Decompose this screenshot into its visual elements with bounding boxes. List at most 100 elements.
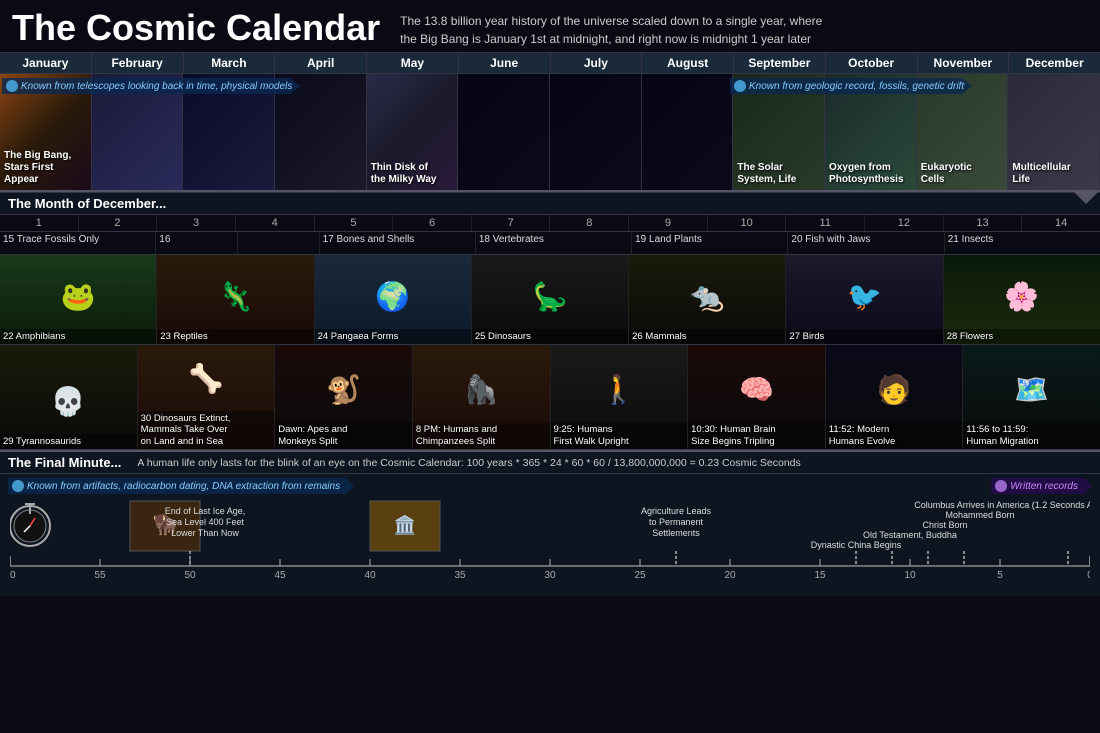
timeline-area: 60 55 50 45 40 35 30 25 20 15: [0, 496, 1100, 596]
mammal-icon: 🐀: [629, 264, 785, 329]
top-cell-april: [275, 74, 367, 190]
day-1: 1: [0, 215, 79, 231]
event-row-15-21: 15 Trace Fossils Only 16 17 Bones and Sh…: [0, 232, 1100, 255]
svg-text:35: 35: [454, 570, 466, 581]
brain-icon: 🧠: [688, 357, 825, 422]
month-december: December: [1009, 53, 1100, 73]
svg-text:60: 60: [10, 570, 16, 581]
cell-dinosaur: 🦕 25 Dinosaurs: [472, 255, 629, 344]
svg-text:Mohammed Born: Mohammed Born: [945, 510, 1014, 520]
cell-chimp: 🦍 8 PM: Humans andChimpanzees Split: [413, 345, 551, 449]
top-cell-march: [183, 74, 275, 190]
top-label-december: MulticellularLife: [1012, 162, 1070, 186]
final-minute-description: A human life only lasts for the blink of…: [121, 457, 1092, 469]
bird-icon: 🐦: [786, 264, 942, 329]
dinosaur-icon: 🦕: [472, 264, 628, 329]
top-cell-february: [92, 74, 184, 190]
svg-text:Old Testament, Buddha: Old Testament, Buddha: [863, 530, 957, 540]
month-may: May: [367, 53, 459, 73]
day-4: 4: [236, 215, 315, 231]
month-march: March: [184, 53, 276, 73]
label-mammal: 26 Mammals: [629, 329, 785, 344]
reptile-icon: 🦎: [157, 264, 313, 329]
label-reptile: 23 Reptiles: [157, 329, 313, 344]
cell-reptile: 🦎 23 Reptiles: [157, 255, 314, 344]
flower-icon: 🌸: [944, 264, 1100, 329]
label-dino-extinct: 30 Dinosaurs Extinct,Mammals Take Overon…: [138, 411, 275, 449]
day-5: 5: [315, 215, 394, 231]
top-label-october: Oxygen fromPhotosynthesis: [829, 162, 903, 186]
top-label-september: The SolarSystem, Life: [737, 162, 796, 186]
final-minute-title: The Final Minute...: [8, 455, 121, 470]
label-dinosaur: 25 Dinosaurs: [472, 329, 628, 344]
svg-text:Christ Born: Christ Born: [922, 520, 967, 530]
walk-icon: 🚶: [551, 357, 688, 422]
cell-amphibian: 🐸 22 Amphibians: [0, 255, 157, 344]
svg-text:5: 5: [997, 570, 1003, 581]
final-minute-header: The Final Minute... A human life only la…: [0, 452, 1100, 474]
cell-ape: 🐒 Dawn: Apes andMonkeys Split: [275, 345, 413, 449]
day-8: 8: [550, 215, 629, 231]
day-11: 11: [786, 215, 865, 231]
month-august: August: [642, 53, 734, 73]
cell-flower: 🌸 28 Flowers: [944, 255, 1100, 344]
scope-icon-artifacts: [12, 480, 24, 492]
day-13: 13: [944, 215, 1023, 231]
day-12: 12: [865, 215, 944, 231]
event-bones: 17 Bones and Shells: [320, 232, 476, 254]
arrow-down: [1072, 190, 1100, 204]
day-numbers-row-1: 1 2 3 4 5 6 7 8 9 10 11 12 13 14: [0, 215, 1100, 232]
svg-text:🏛️: 🏛️: [394, 514, 416, 535]
top-label-may: Thin Disk ofthe Milky Way: [371, 162, 437, 186]
modern-icon: 🧑: [826, 357, 963, 422]
svg-text:End of Last Ice Age,: End of Last Ice Age,: [165, 506, 246, 516]
chimp-icon: 🦍: [413, 357, 550, 422]
event-16: 16: [156, 232, 238, 254]
month-january: January: [0, 53, 92, 73]
label-chimp: 8 PM: Humans andChimpanzees Split: [413, 422, 550, 449]
artifacts-banner: Known from artifacts, radiocarbon dating…: [8, 478, 354, 494]
svg-text:10: 10: [904, 570, 916, 581]
svg-text:Agriculture Leads: Agriculture Leads: [641, 506, 712, 516]
svg-text:to Permanent: to Permanent: [649, 517, 704, 527]
trex-icon: 💀: [0, 369, 137, 434]
written-records-text: Written records: [1010, 481, 1078, 492]
header: The Cosmic Calendar The 13.8 billion yea…: [0, 0, 1100, 52]
cell-tyrannosaurids: 💀 29 Tyrannosaurids: [0, 345, 138, 449]
svg-text:30: 30: [544, 570, 556, 581]
event-insects: 21 Insects: [945, 232, 1100, 254]
month-june: June: [459, 53, 551, 73]
day-2: 2: [79, 215, 158, 231]
final-minute-section: The Final Minute... A human life only la…: [0, 450, 1100, 596]
month-july: July: [551, 53, 643, 73]
label-tyrannosaurids: 29 Tyrannosaurids: [0, 434, 137, 449]
top-cell-november: EukaryoticCells: [917, 74, 1009, 190]
event-fish-jaws: 20 Fish with Jaws: [788, 232, 944, 254]
migration-icon: 🗺️: [963, 357, 1100, 422]
top-cell-july: [550, 74, 642, 190]
month-october: October: [826, 53, 918, 73]
svg-text:Columbus Arrives in America (1: Columbus Arrives in America (1.2 Seconds…: [914, 500, 1090, 510]
top-cell-december: MulticellularLife: [1008, 74, 1100, 190]
event-blank1: [238, 232, 320, 254]
top-cell-january: The Big Bang,Stars First Appear: [0, 74, 92, 190]
svg-text:25: 25: [634, 570, 646, 581]
label-amphibian: 22 Amphibians: [0, 329, 156, 344]
svg-text:Sea Level 400 Feet: Sea Level 400 Feet: [166, 517, 245, 527]
cell-brain-triple: 🧠 10:30: Human BrainSize Begins Tripling: [688, 345, 826, 449]
label-walk-upright: 9:25: HumansFirst Walk Upright: [551, 422, 688, 449]
subtitle-block: The 13.8 billion year history of the uni…: [380, 8, 1088, 48]
cell-dino-extinct: 🦴 30 Dinosaurs Extinct,Mammals Take Over…: [138, 345, 276, 449]
timeline-svg: 60 55 50 45 40 35 30 25 20 15: [10, 496, 1090, 591]
event-land-plants: 19 Land Plants: [632, 232, 788, 254]
month-september: September: [734, 53, 826, 73]
cell-pangaea: 🌍 24 Pangaea Forms: [315, 255, 472, 344]
december-header: The Month of December...: [0, 192, 1100, 215]
ape-icon: 🐒: [275, 357, 412, 422]
label-brain-triple: 10:30: Human BrainSize Begins Tripling: [688, 422, 825, 449]
top-cell-june: [458, 74, 550, 190]
svg-text:40: 40: [364, 570, 376, 581]
label-flower: 28 Flowers: [944, 329, 1100, 344]
cell-modern-humans: 🧑 11:52: ModernHumans Evolve: [826, 345, 964, 449]
img-row-29-31: 💀 29 Tyrannosaurids 🦴 30 Dinosaurs Extin…: [0, 345, 1100, 450]
